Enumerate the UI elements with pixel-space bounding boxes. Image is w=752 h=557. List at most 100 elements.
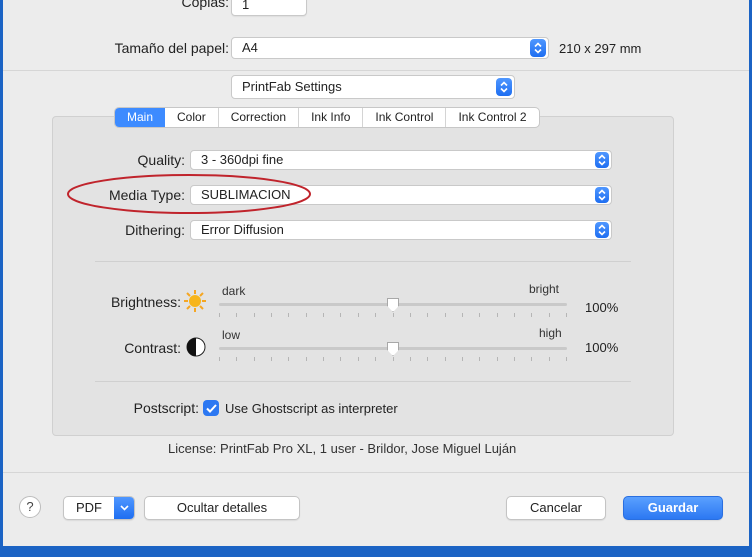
slider-tick [531, 313, 532, 317]
brightness-min-label: dark [222, 284, 246, 298]
contrast-slider-knob[interactable] [387, 342, 399, 356]
slider-tick [479, 357, 480, 361]
pdf-menu-button[interactable]: PDF [63, 496, 135, 520]
brightness-max-label: bright [529, 282, 560, 296]
contrast-icon [186, 337, 206, 357]
postscript-label: Postscript: [133, 400, 199, 416]
slider-tick [410, 313, 411, 317]
slider-tick [427, 357, 428, 361]
quality-select[interactable]: 3 - 360dpi fine [190, 150, 612, 170]
slider-tick [219, 313, 220, 317]
help-button[interactable]: ? [19, 496, 41, 518]
quality-value: 3 - 360dpi fine [201, 152, 284, 167]
slider-tick [288, 357, 289, 361]
license-text: License: PrintFab Pro XL, 1 user - Brild… [168, 441, 517, 456]
contrast-max-label: high [539, 326, 562, 340]
slider-tick [358, 357, 359, 361]
ghostscript-checkbox[interactable] [203, 400, 219, 416]
chevron-updown-icon [595, 152, 609, 168]
slider-tick [393, 313, 394, 317]
divider [95, 381, 631, 382]
pdf-label: PDF [76, 500, 102, 515]
dithering-select[interactable]: Error Diffusion [190, 220, 612, 240]
divider [3, 70, 749, 71]
quality-label: Quality: [137, 152, 185, 168]
settings-panel-value: PrintFab Settings [242, 79, 342, 94]
slider-tick [219, 357, 220, 361]
slider-tick [323, 313, 324, 317]
slider-tick [462, 313, 463, 317]
paper-size-label: Tamaño del papel: [114, 40, 229, 56]
highlight-ellipse [67, 174, 311, 214]
slider-tick [306, 313, 307, 317]
tab-correction[interactable]: Correction [219, 108, 300, 127]
copies-field[interactable]: 1 [231, 0, 307, 16]
slider-tick [323, 357, 324, 361]
sun-icon [184, 290, 206, 312]
chevron-updown-icon [530, 39, 546, 57]
slider-tick [549, 357, 550, 361]
settings-panel-select[interactable]: PrintFab Settings [231, 75, 515, 99]
slider-tick [340, 313, 341, 317]
slider-tick [462, 357, 463, 361]
slider-tick [549, 313, 550, 317]
ghostscript-checkbox-label[interactable]: Use Ghostscript as interpreter [225, 401, 398, 416]
slider-tick [306, 357, 307, 361]
chevron-updown-icon [496, 78, 512, 96]
slider-tick [479, 313, 480, 317]
slider-tick [445, 357, 446, 361]
slider-tick [340, 357, 341, 361]
brightness-value: 100% [585, 300, 619, 315]
chevron-down-icon [114, 497, 134, 519]
slider-tick [531, 357, 532, 361]
slider-tick [445, 313, 446, 317]
slider-tick [566, 313, 567, 317]
slider-tick [566, 357, 567, 361]
dithering-label: Dithering: [125, 222, 185, 238]
brightness-slider-knob[interactable] [387, 298, 399, 312]
slider-tick [393, 357, 394, 361]
slider-tick [236, 313, 237, 317]
chevron-updown-icon [595, 222, 609, 238]
slider-tick [271, 357, 272, 361]
print-dialog: Copias: 1 Tamaño del papel: A4 210 x 297… [3, 0, 749, 546]
slider-tick [375, 313, 376, 317]
slider-tick [497, 357, 498, 361]
tab-ink-control[interactable]: Ink Control [363, 108, 447, 127]
slider-tick [358, 313, 359, 317]
contrast-ticks [219, 357, 567, 361]
slider-tick [271, 313, 272, 317]
brightness-label: Brightness: [110, 294, 181, 310]
slider-tick [254, 357, 255, 361]
paper-size-value: A4 [242, 40, 258, 55]
slider-tick [497, 313, 498, 317]
slider-tick [236, 357, 237, 361]
contrast-value: 100% [585, 340, 619, 355]
slider-tick [254, 313, 255, 317]
paper-dimensions: 210 x 297 mm [559, 41, 642, 56]
dithering-value: Error Diffusion [201, 222, 284, 237]
paper-size-select[interactable]: A4 [231, 37, 549, 59]
tab-bar: Main Color Correction Ink Info Ink Contr… [114, 107, 540, 128]
slider-tick [375, 357, 376, 361]
hide-details-button[interactable]: Ocultar detalles [144, 496, 300, 520]
chevron-updown-icon [595, 187, 609, 203]
slider-tick [427, 313, 428, 317]
copies-label: Copias: [181, 0, 229, 10]
slider-tick [514, 313, 515, 317]
slider-tick [514, 357, 515, 361]
cancel-button[interactable]: Cancelar [506, 496, 606, 520]
slider-tick [410, 357, 411, 361]
divider [3, 472, 749, 473]
slider-tick [288, 313, 289, 317]
tab-ink-info[interactable]: Ink Info [299, 108, 364, 127]
save-button[interactable]: Guardar [623, 496, 723, 520]
tab-color[interactable]: Color [165, 108, 219, 127]
contrast-label: Contrast: [124, 340, 181, 356]
brightness-ticks [219, 313, 567, 317]
contrast-min-label: low [222, 328, 241, 342]
checkmark-icon [205, 403, 217, 413]
tab-main[interactable]: Main [115, 108, 166, 127]
tab-ink-control-2[interactable]: Ink Control 2 [446, 108, 538, 127]
divider [95, 261, 631, 262]
